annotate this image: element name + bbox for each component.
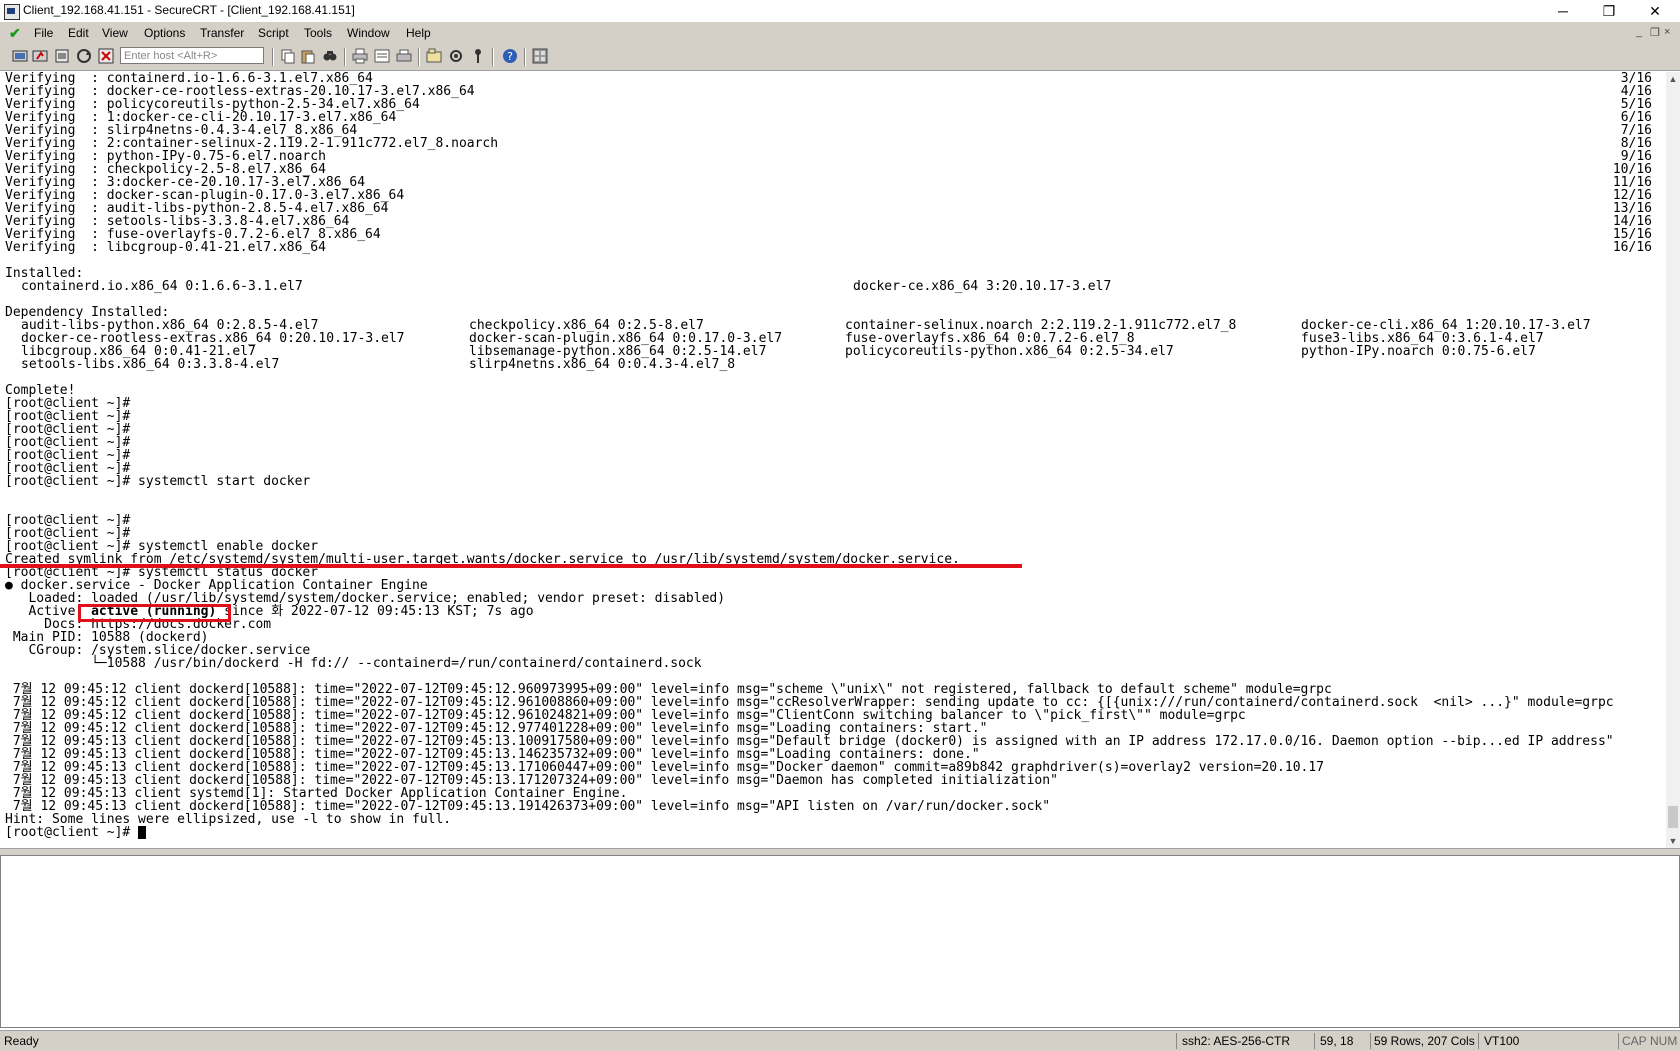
red-box-annotation — [78, 604, 231, 622]
svg-text:?: ? — [507, 50, 513, 63]
dependency-package: slirp4netns.x86_64 0:0.4.3-4.el7_8 — [469, 357, 736, 372]
status-cipher: ssh2: AES-256-CTR — [1182, 1034, 1291, 1048]
verify-count: 16/16 — [1612, 240, 1652, 255]
toolbar: ? — [0, 44, 1680, 71]
menu-help[interactable]: Help — [406, 26, 431, 40]
quick-connect-icon[interactable] — [32, 48, 48, 64]
global-options-icon[interactable] — [448, 48, 464, 64]
menu-options[interactable]: Options — [144, 26, 185, 40]
menu-transfer[interactable]: Transfer — [200, 26, 244, 40]
menu-window[interactable]: Window — [347, 26, 390, 40]
printer-setup-icon[interactable] — [396, 48, 412, 64]
toolbar-divider — [272, 48, 274, 66]
status-ready: Ready — [4, 1034, 39, 1048]
toolbar-divider — [418, 48, 420, 66]
scroll-up-arrow-icon[interactable]: ▲ — [1666, 72, 1680, 86]
menu-file[interactable]: File — [34, 26, 53, 40]
status-divider — [1314, 1033, 1315, 1049]
status-cursor-position: 59, 18 — [1320, 1034, 1354, 1048]
command-start-docker: [root@client ~]# systemctl start docker — [5, 474, 311, 489]
dependency-package: policycoreutils-python.x86_64 0:2.5-34.e… — [845, 344, 1174, 359]
command-window[interactable] — [0, 855, 1680, 1028]
menu-script[interactable]: Script — [258, 26, 289, 40]
toolbar-divider — [344, 48, 346, 66]
status-divider — [1618, 1033, 1619, 1049]
window-title: Client_192.168.41.151 - SecureCRT - [Cli… — [23, 3, 355, 17]
minimize-button[interactable]: ─ — [1540, 0, 1586, 22]
status-divider — [1370, 1033, 1371, 1049]
mdi-restore-button[interactable]: ❐ — [1650, 26, 1660, 39]
title-bar: Client_192.168.41.151 - SecureCRT - [Cli… — [0, 0, 1680, 22]
find-icon[interactable] — [322, 48, 338, 64]
cgroup-process-line: └─10588 /usr/bin/dockerd -H fd:// --cont… — [5, 656, 702, 671]
mdi-minimize-button[interactable]: _ — [1636, 26, 1642, 38]
print-icon[interactable] — [352, 48, 368, 64]
scroll-down-arrow-icon[interactable]: ▼ — [1666, 834, 1680, 848]
reconnect-icon[interactable] — [76, 48, 92, 64]
installed-package: docker-ce.x86_64 3:20.10.17-3.el7 — [853, 279, 1112, 294]
status-terminal-size: 59 Rows, 207 Cols — [1374, 1034, 1475, 1048]
status-bar: Ready ssh2: AES-256-CTR 59, 18 59 Rows, … — [0, 1030, 1680, 1051]
final-prompt: [root@client ~]# — [5, 825, 139, 840]
connect-icon[interactable] — [12, 48, 28, 64]
dependency-package: python-IPy.noarch 0:0.75-6.el7 — [1301, 344, 1536, 359]
keymap-icon[interactable] — [470, 48, 486, 64]
keypad-icon[interactable] — [532, 48, 548, 64]
terminal-output[interactable]: Verifying : containerd.io-1.6.6-3.1.el7.… — [0, 72, 1666, 848]
red-underline-annotation — [0, 564, 1022, 568]
mdi-close-button[interactable]: × — [1664, 26, 1670, 38]
disconnect-icon[interactable] — [98, 48, 114, 64]
enter-host-input[interactable] — [120, 47, 264, 64]
dependency-package: setools-libs.x86_64 0:3.3.8-4.el7 — [21, 357, 280, 372]
menu-tools[interactable]: Tools — [304, 26, 332, 40]
connected-check-icon: ✔ — [9, 25, 21, 41]
restore-button[interactable]: ❐ — [1586, 0, 1632, 22]
toolbar-divider — [524, 48, 526, 66]
help-icon[interactable]: ? — [502, 48, 518, 64]
toolbar-divider — [492, 48, 494, 66]
print-selection-icon[interactable] — [374, 48, 390, 64]
securecrt-app-icon[interactable] — [4, 4, 20, 20]
session-options-icon[interactable] — [426, 48, 442, 64]
close-button[interactable]: ✕ — [1632, 0, 1678, 22]
connect-in-tab-icon[interactable] — [54, 48, 70, 64]
menu-edit[interactable]: Edit — [68, 26, 89, 40]
status-emulation: VT100 — [1484, 1034, 1520, 1048]
text-cursor — [138, 826, 147, 839]
final-prompt-line[interactable]: [root@client ~]# — [5, 825, 147, 840]
status-num-lock: NUM — [1650, 1034, 1678, 1048]
menu-view[interactable]: View — [102, 26, 128, 40]
status-divider — [1176, 1033, 1177, 1049]
copy-icon[interactable] — [280, 48, 296, 64]
status-caps-lock: CAP — [1622, 1034, 1647, 1048]
menu-bar: ✔ File Edit View Options Transfer Script… — [0, 22, 1680, 44]
verify-line: Verifying : libcgroup-0.41-21.el7.x86_64 — [5, 240, 326, 255]
terminal-scrollbar[interactable]: ▲ ▼ — [1666, 72, 1680, 848]
installed-package: containerd.io.x86_64 0:1.6.6-3.1.el7 — [21, 279, 303, 294]
scrollbar-thumb[interactable] — [1668, 806, 1678, 828]
status-divider — [1478, 1033, 1479, 1049]
paste-icon[interactable] — [300, 48, 316, 64]
